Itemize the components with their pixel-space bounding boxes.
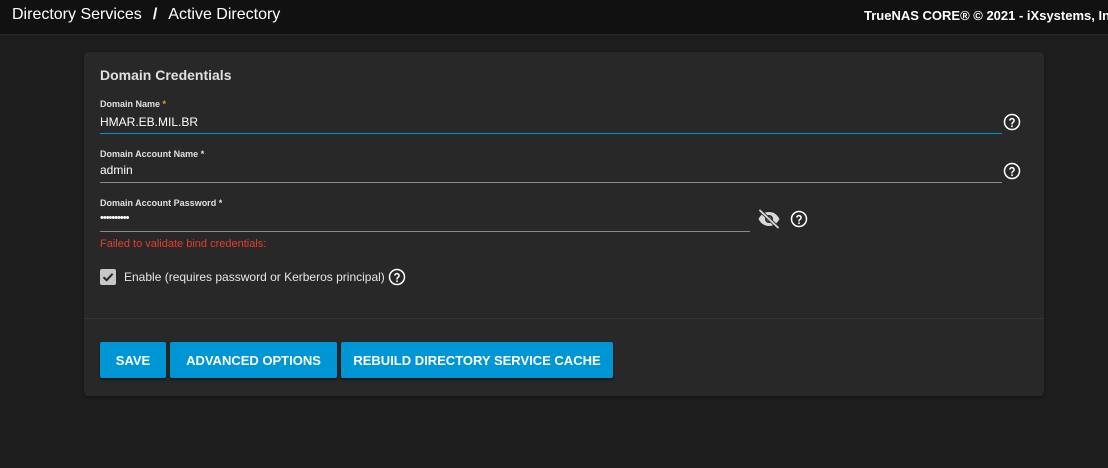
save-button[interactable]: SAVE: [100, 342, 166, 378]
enable-checkbox-label[interactable]: Enable (requires password or Kerberos pr…: [124, 270, 385, 284]
help-circle-icon[interactable]: [1003, 162, 1021, 180]
advanced-options-button[interactable]: ADVANCED OPTIONS: [170, 342, 337, 378]
account-name-label: Domain Account Name *: [100, 149, 204, 159]
domain-name-label-text: Domain Name: [100, 99, 161, 109]
eye-off-icon[interactable]: [757, 209, 781, 229]
breadcrumb: Directory Services / Active Directory: [12, 6, 280, 24]
account-password-label-text: Domain Account Password: [100, 198, 217, 208]
card-title: Domain Credentials: [100, 67, 232, 83]
domain-credentials-card: Domain Credentials Domain Name * Domain …: [84, 52, 1044, 396]
rebuild-directory-service-cache-button[interactable]: REBUILD DIRECTORY SERVICE CACHE: [341, 342, 613, 378]
help-circle-icon[interactable]: [790, 210, 808, 228]
account-name-input[interactable]: [100, 162, 980, 178]
bind-error-message: Failed to validate bind credentials:: [100, 238, 267, 250]
required-mark: *: [218, 198, 223, 208]
domain-name-underline: [100, 133, 1002, 134]
check-icon: [102, 273, 114, 282]
brand-copyright[interactable]: TrueNAS CORE® © 2021 - iXsystems, Inc.: [864, 8, 1108, 23]
breadcrumb-separator: /: [152, 6, 158, 23]
account-password-underline: [100, 231, 750, 232]
breadcrumb-directory-services[interactable]: Directory Services: [12, 6, 142, 23]
breadcrumb-active-directory: Active Directory: [168, 6, 281, 23]
domain-name-label: Domain Name *: [100, 99, 166, 109]
account-password-input[interactable]: ••••••••••: [100, 212, 129, 224]
account-password-label: Domain Account Password *: [100, 198, 222, 208]
account-name-underline: [100, 182, 1002, 183]
account-name-label-text: Domain Account Name: [100, 149, 199, 159]
card-divider: [84, 318, 1044, 319]
enable-checkbox[interactable]: [100, 269, 116, 285]
required-mark: *: [162, 99, 167, 109]
required-mark: *: [200, 149, 205, 159]
help-circle-icon[interactable]: [388, 268, 406, 286]
domain-name-input[interactable]: [100, 114, 980, 130]
top-bar: Directory Services / Active Directory True…: [0, 0, 1108, 35]
help-circle-icon[interactable]: [1003, 113, 1021, 131]
